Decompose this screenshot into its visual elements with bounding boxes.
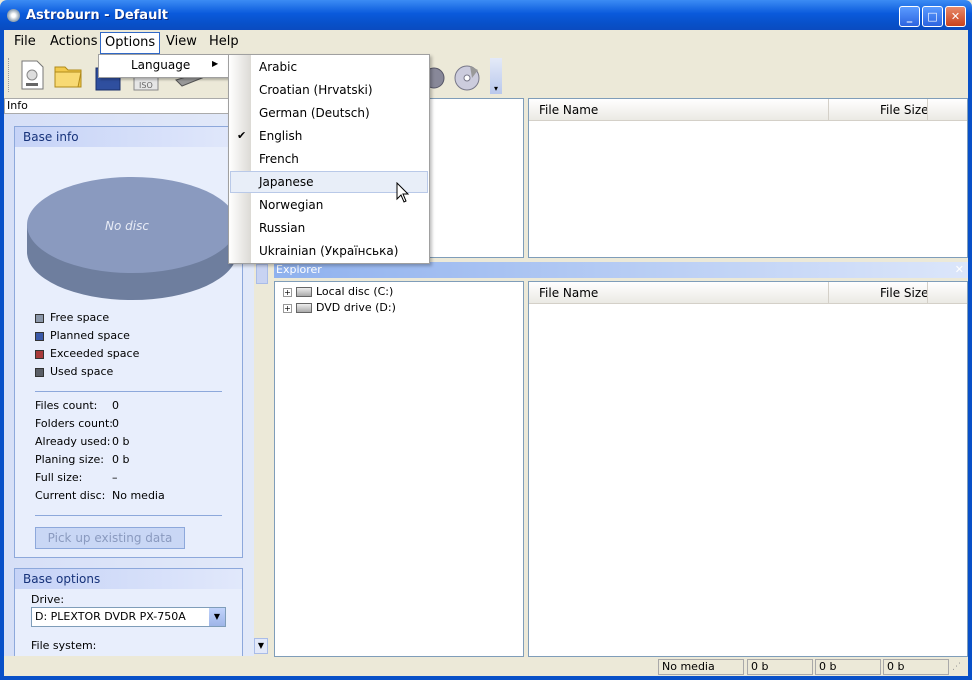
base-options-title: Base options [15,569,242,589]
column-file-name[interactable]: File Name [539,282,598,304]
explorer-close-icon[interactable]: ✕ [955,262,964,278]
column-file-size[interactable]: File Size [880,99,929,121]
minimize-button[interactable]: _ [899,6,920,27]
status-media: No media [658,659,744,675]
menu-options[interactable]: Options [100,32,161,54]
column-divider[interactable] [828,99,829,121]
window-title: Astroburn - Default [26,8,168,23]
check-icon: ✔ [237,129,247,142]
stat-full-size: Full size: – [35,471,118,484]
dvd-drive-icon [296,303,312,313]
legend-swatch [35,331,44,341]
toolbar-overflow-icon[interactable]: ▾ [490,58,502,94]
svg-text:ISO: ISO [139,81,153,90]
open-folder-icon[interactable] [52,58,84,92]
lang-item-german[interactable]: German (Deutsch) [230,102,428,124]
column-divider[interactable] [828,282,829,304]
hard-drive-icon [296,287,312,297]
stat-current-disc: Current disc: No media [35,489,165,502]
divider [35,515,222,516]
language-menu: Arabic Croatian (Hrvatski) German (Deuts… [228,54,430,264]
left-panel-scrollbar[interactable] [254,262,268,656]
legend-swatch [35,367,44,377]
scrollbar-thumb[interactable] [256,264,268,284]
menu-help[interactable]: Help [205,34,243,52]
resize-grip-icon[interactable]: ⋰ [952,662,964,674]
drive-label: Drive: [31,593,65,606]
explorer-tree[interactable]: + Local disc (C:) + DVD drive (D:) [274,281,524,657]
status-size-1: 0 b [747,659,813,675]
menu-bar: File Actions Options View Help [4,30,968,54]
disc-usage-pie [27,177,237,300]
legend-free-space: Free space [35,309,109,327]
explorer-file-list[interactable]: File Name File Size [528,281,968,657]
scroll-down-button[interactable]: ▼ [254,638,268,654]
menu-actions[interactable]: Actions [46,34,102,52]
maximize-button[interactable]: □ [922,6,943,27]
close-button[interactable]: ✕ [945,6,966,27]
status-size-2: 0 b [815,659,881,675]
legend-swatch [35,313,44,323]
status-size-3: 0 b [883,659,949,675]
info-panel: Base info No disc Free space Planned spa… [4,114,254,656]
menu-view[interactable]: View [162,34,201,52]
base-options-group: Base options Drive: D: PLEXTOR DVDR PX-7… [14,568,243,656]
base-info-group: Base info No disc Free space Planned spa… [14,126,243,558]
lang-item-croatian[interactable]: Croatian (Hrvatski) [230,79,428,101]
column-divider[interactable] [927,282,928,304]
column-divider[interactable] [927,99,928,121]
app-icon[interactable] [7,9,20,22]
stat-files-count: Files count: 0 [35,399,119,412]
drive-select[interactable]: D: PLEXTOR DVDR PX-750A ▼ [31,607,226,627]
divider [35,391,222,392]
project-file-list[interactable]: File Name File Size [528,98,968,258]
explorer-title: Explorer [276,263,322,276]
status-bar: No media 0 b 0 b 0 b ⋰ [4,658,968,676]
file-system-label: File system: [31,639,97,652]
legend-swatch [35,349,44,359]
lang-item-russian[interactable]: Russian [230,217,428,239]
no-disc-label: No disc [105,219,149,233]
new-project-icon[interactable] [16,58,48,92]
toolbar-grip[interactable] [8,58,11,92]
menu-file[interactable]: File [10,34,40,52]
base-info-title: Base info [15,127,242,147]
chevron-down-icon[interactable]: ▼ [209,608,225,626]
pick-up-existing-data-button[interactable]: Pick up existing data [35,527,185,549]
submenu-arrow-icon: ▶ [212,59,219,68]
column-file-name[interactable]: File Name [539,99,598,121]
legend-planned-space: Planned space [35,327,130,345]
lang-item-french[interactable]: French [230,148,428,170]
legend-exceeded-space: Exceeded space [35,345,139,363]
column-file-size[interactable]: File Size [880,282,929,304]
tree-item-local-disc[interactable]: + Local disc (C:) [283,284,393,300]
explorer-list-header: File Name File Size [529,282,967,304]
tree-item-dvd-drive[interactable]: + DVD drive (D:) [283,300,396,316]
lang-item-english[interactable]: ✔ English [230,125,428,147]
window-frame-right [968,30,972,680]
mouse-cursor-icon [396,182,410,203]
info-header: Info [4,98,252,114]
stat-folders-count: Folders count: 0 [35,417,119,430]
lang-item-ukrainian[interactable]: Ukrainian (Українська) [230,240,428,262]
window-frame-bottom [0,676,972,680]
stat-planing-size: Planing size: 0 b [35,453,130,466]
lang-item-arabic[interactable]: Arabic [230,56,428,78]
menu-item-language[interactable]: Language [131,58,190,72]
expand-icon[interactable]: + [283,287,292,297]
expand-icon[interactable]: + [283,303,292,313]
explorer-title-bar: Explorer ✕ [274,262,968,278]
options-menu: Language ▶ [98,54,229,78]
stat-already-used: Already used: 0 b [35,435,130,448]
legend-used-space: Used space [35,363,113,381]
project-list-header: File Name File Size [529,99,967,121]
